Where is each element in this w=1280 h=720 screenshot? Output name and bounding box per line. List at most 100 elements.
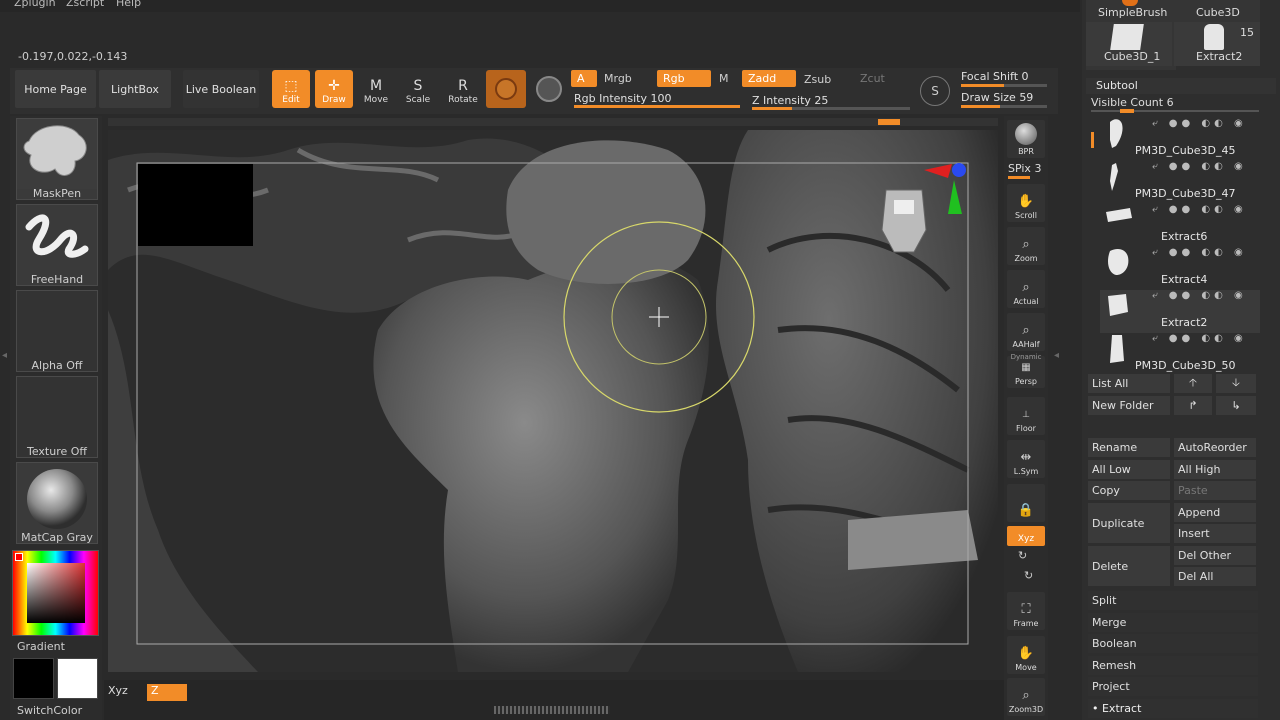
all-low-button[interactable]: All Low — [1088, 460, 1170, 479]
menu-zplugin[interactable]: Zplugin — [14, 0, 56, 9]
visible-count-slider[interactable]: Visible Count 6 — [1091, 96, 1174, 109]
subtool-toggles[interactable]: ⤶ ●● ◐◐ ◉ — [1152, 290, 1247, 301]
mrgb-button[interactable]: Mrgb — [598, 70, 638, 87]
rename-button[interactable]: Rename — [1088, 438, 1170, 457]
subtool-toggles[interactable]: ⤶ ●● ◐◐ ◉ — [1152, 247, 1247, 258]
subtool-toggles[interactable]: ⤶ ●● ◐◐ ◉ — [1152, 118, 1247, 129]
viewport-canvas[interactable] — [108, 130, 998, 672]
stroke-sphere-icon[interactable]: S — [920, 76, 950, 106]
move3d-button[interactable]: ✋ Move — [1007, 636, 1045, 674]
edit-button[interactable]: ⬚ Edit — [272, 70, 310, 108]
a-button[interactable]: A — [571, 70, 597, 87]
focal-shift-slider[interactable]: Focal Shift 0 — [961, 70, 1029, 83]
rgb-button[interactable]: Rgb — [657, 70, 711, 87]
home-page-button[interactable]: Home Page — [15, 70, 96, 108]
top-shelf-bar[interactable] — [108, 118, 998, 126]
move-up-button[interactable]: 🡡 — [1174, 374, 1212, 393]
color-picker[interactable] — [12, 550, 99, 636]
xyz-button[interactable]: Xyz — [1007, 526, 1045, 546]
section-merge[interactable]: Merge — [1088, 612, 1258, 632]
subtool-item[interactable]: ⤶ ●● ◐◐ ◉ Extract6 — [1100, 204, 1260, 247]
auto-reorder-button[interactable]: AutoReorder — [1174, 438, 1256, 457]
primary-color-swatch[interactable] — [13, 658, 54, 699]
lock-button[interactable]: 🔒 — [1007, 484, 1045, 522]
section-boolean[interactable]: Boolean — [1088, 634, 1258, 653]
rotate-z-icon[interactable]: ↻ — [1024, 569, 1033, 582]
rotate-button[interactable]: R Rotate — [444, 70, 482, 108]
zoom3d-button[interactable]: ⌕ Zoom3D — [1007, 678, 1045, 716]
delete-button[interactable]: Delete — [1088, 546, 1170, 586]
section-remesh[interactable]: Remesh — [1088, 655, 1258, 675]
cube3d-1-label: Cube3D_1 — [1104, 50, 1161, 63]
scale-button[interactable]: S Scale — [399, 70, 437, 108]
subtool-toggles[interactable]: ⤶ ●● ◐◐ ◉ — [1152, 204, 1247, 215]
subtool-header[interactable]: Subtool — [1086, 78, 1276, 94]
bpr-button[interactable]: BPR — [1007, 120, 1045, 158]
section-extract[interactable]: • Extract — [1088, 698, 1258, 718]
duplicate-button[interactable]: Duplicate — [1088, 503, 1170, 543]
color-square[interactable] — [27, 563, 85, 623]
append-button[interactable]: Append — [1174, 503, 1256, 522]
cube3d-1-thumb[interactable]: Cube3D_1 — [1086, 22, 1172, 66]
subtool-item[interactable]: ⤶ ●● ◐◐ ◉ PM3D_Cube3D_47 — [1100, 161, 1260, 204]
new-folder-button[interactable]: New Folder — [1088, 396, 1170, 415]
switch-color-button[interactable]: SwitchColor — [17, 704, 82, 717]
floor-button[interactable]: ⊥ Floor — [1007, 397, 1045, 435]
collapse-right-icon[interactable]: ◂ — [1054, 350, 1059, 361]
zoom-button[interactable]: ⌕ Zoom — [1007, 227, 1045, 265]
zcut-button[interactable]: Zcut — [854, 70, 891, 87]
m-button[interactable]: M — [713, 70, 735, 87]
subtool-scroll-indicator[interactable] — [1091, 132, 1094, 148]
draw-button[interactable]: ✛ Draw — [315, 70, 353, 108]
section-split[interactable]: Split — [1088, 591, 1258, 610]
move-button[interactable]: M Move — [357, 70, 395, 108]
insert-button[interactable]: Insert — [1174, 524, 1256, 543]
rotate-y-icon[interactable]: ↻ — [1018, 549, 1027, 562]
move-down-button[interactable]: 🡣 — [1216, 374, 1256, 393]
bottom-shelf-handle[interactable] — [494, 706, 610, 714]
subtool-name: PM3D_Cube3D_45 — [1135, 144, 1236, 157]
scroll-button[interactable]: ✋ Scroll — [1007, 184, 1045, 222]
live-boolean-button[interactable]: Live Boolean — [183, 70, 259, 108]
z-axis-button[interactable]: Z — [147, 684, 187, 701]
persp-button[interactable]: Dynamic ▦ Persp — [1007, 353, 1045, 388]
rgb-intensity-slider[interactable]: Rgb Intensity 100 — [574, 92, 671, 105]
section-project[interactable]: Project — [1088, 677, 1258, 696]
copy-button[interactable]: Copy — [1088, 481, 1170, 500]
subtool-item[interactable]: ⤶ ●● ◐◐ ◉ PM3D_Cube3D_50 — [1100, 333, 1260, 376]
z-intensity-slider[interactable]: Z Intensity 25 — [752, 94, 828, 107]
menu-help[interactable]: Help — [116, 0, 141, 9]
del-other-button[interactable]: Del Other — [1174, 546, 1256, 565]
lsym-button[interactable]: ⇹ L.Sym — [1007, 440, 1045, 478]
spix-slider[interactable]: SPix 3 — [1008, 162, 1041, 175]
extract2-thumb[interactable]: 15 Extract2 — [1174, 22, 1260, 66]
del-all-button[interactable]: Del All — [1174, 567, 1256, 586]
material-swatch-button[interactable] — [486, 70, 526, 108]
subtool-toggles[interactable]: ⤶ ●● ◐◐ ◉ — [1152, 333, 1247, 344]
top-shelf-handle[interactable] — [878, 119, 900, 125]
cube3d-thumb[interactable]: Cube3D — [1176, 0, 1260, 22]
lightbox-button[interactable]: LightBox — [99, 70, 171, 108]
visible-count-handle[interactable] — [1120, 109, 1134, 113]
subtool-item[interactable]: ⤶ ●● ◐◐ ◉ Extract2 — [1100, 290, 1260, 333]
secondary-color-swatch[interactable] — [57, 658, 98, 699]
subtool-item[interactable]: ⤶ ●● ◐◐ ◉ PM3D_Cube3D_45 — [1100, 118, 1260, 161]
draw-size-slider[interactable]: Draw Size 59 — [961, 91, 1033, 104]
actual-button[interactable]: ⌕ Actual — [1007, 270, 1045, 308]
menu-zscript[interactable]: Zscript — [66, 0, 104, 9]
frame-button[interactable]: ⛶ Frame — [1007, 592, 1045, 630]
folder-out-button[interactable]: ↳ — [1216, 396, 1256, 415]
collapse-left-icon[interactable]: ◂ — [2, 350, 7, 361]
all-high-button[interactable]: All High — [1174, 460, 1256, 479]
list-all-button[interactable]: List All — [1088, 374, 1170, 393]
zsub-button[interactable]: Zsub — [798, 71, 837, 88]
paste-button[interactable]: Paste — [1174, 481, 1256, 500]
folder-in-button[interactable]: ↱ — [1174, 396, 1212, 415]
subtool-item[interactable]: ⤶ ●● ◐◐ ◉ Extract4 — [1100, 247, 1260, 290]
zadd-button[interactable]: Zadd — [742, 70, 796, 87]
subtool-toggles[interactable]: ⤶ ●● ◐◐ ◉ — [1152, 161, 1247, 172]
gradient-label[interactable]: Gradient — [17, 640, 65, 653]
aahalf-button[interactable]: ⌕ AAHalf — [1007, 313, 1045, 351]
visible-count-track[interactable] — [1091, 110, 1259, 112]
texture-sphere-icon[interactable] — [536, 76, 562, 102]
